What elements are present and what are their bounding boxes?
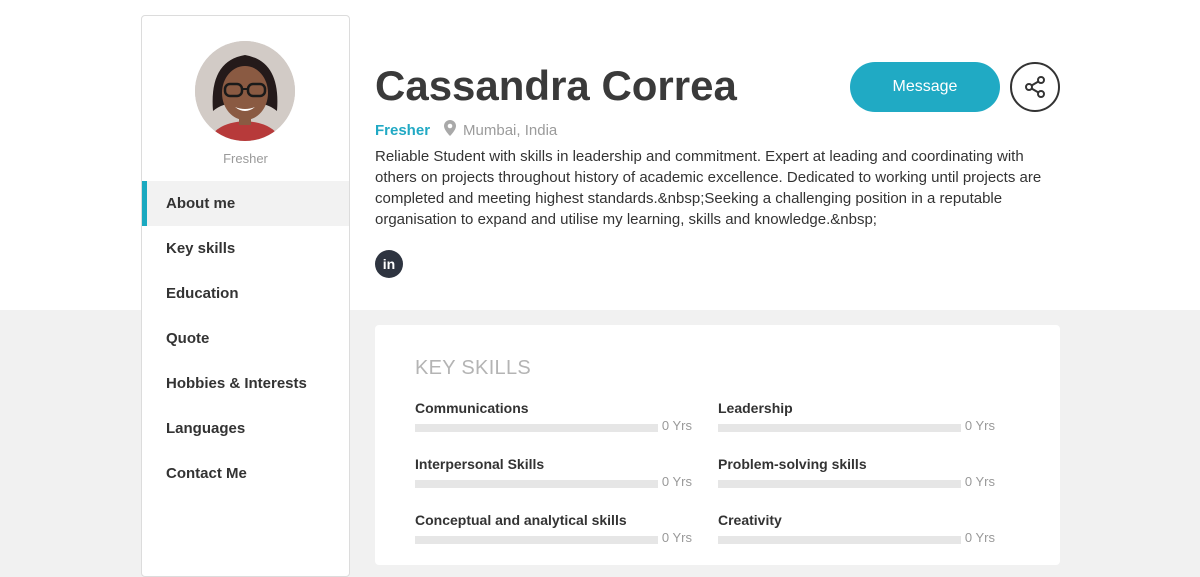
sidebar-item-contact-me[interactable]: Contact Me <box>142 451 349 496</box>
skill-bar <box>718 424 961 432</box>
key-skills-card: KEY SKILLS Communications 0 Yrs Leadersh… <box>375 325 1060 565</box>
sidebar-item-key-skills[interactable]: Key skills <box>142 226 349 271</box>
skill-name: Creativity <box>718 512 782 528</box>
skill-years: 0 Yrs <box>964 418 995 433</box>
skill-name: Interpersonal Skills <box>415 456 545 472</box>
message-button[interactable]: Message <box>850 62 1000 112</box>
profile-bio: Reliable Student with skills in leadersh… <box>375 148 1042 228</box>
sidebar-item-education[interactable]: Education <box>142 271 349 316</box>
share-button[interactable] <box>1010 62 1060 112</box>
sidebar-nav: About me Key skills Education Quote Hobb… <box>142 181 349 496</box>
skill-item: Creativity 0 Yrs <box>718 512 995 562</box>
skill-item: Problem-solving skills 0 Yrs <box>718 456 995 506</box>
avatar <box>195 41 295 141</box>
skill-bar <box>415 424 658 432</box>
skill-bar <box>415 536 658 544</box>
skill-bar <box>718 480 961 488</box>
sidebar-item-hobbies-interests[interactable]: Hobbies & Interests <box>142 361 349 406</box>
skill-bar <box>718 536 961 544</box>
sidebar-status: Fresher <box>223 151 268 166</box>
sidebar-item-quote[interactable]: Quote <box>142 316 349 361</box>
key-skills-title: KEY SKILLS <box>415 357 532 379</box>
profile-sidebar: Fresher About me Key skills Education Qu… <box>141 15 350 577</box>
skill-bar <box>415 480 658 488</box>
skill-item: Interpersonal Skills 0 Yrs <box>415 456 692 506</box>
avatar-portrait <box>195 41 295 141</box>
skill-years: 0 Yrs <box>661 530 692 545</box>
skill-years: 0 Yrs <box>964 530 995 545</box>
skill-name: Communications <box>415 400 529 416</box>
share-icon <box>1025 76 1045 98</box>
linkedin-icon[interactable]: in <box>375 250 403 278</box>
skill-name: Leadership <box>718 400 793 416</box>
profile-location: Mumbai, India <box>463 121 558 139</box>
skill-years: 0 Yrs <box>661 418 692 433</box>
skill-years: 0 Yrs <box>661 474 692 489</box>
skill-name: Problem-solving skills <box>718 456 867 472</box>
profile-name: Cassandra Correa <box>375 62 737 109</box>
sidebar-item-about-me[interactable]: About me <box>142 181 349 226</box>
skill-item: Leadership 0 Yrs <box>718 400 995 450</box>
skill-item: Conceptual and analytical skills 0 Yrs <box>415 512 692 562</box>
sidebar-item-languages[interactable]: Languages <box>142 406 349 451</box>
skill-years: 0 Yrs <box>964 474 995 489</box>
location-pin-icon <box>444 120 457 140</box>
skill-name: Conceptual and analytical skills <box>415 512 627 528</box>
profile-meta: Fresher Mumbai, India <box>375 120 557 140</box>
profile-status: Fresher <box>375 121 431 139</box>
skill-item: Communications 0 Yrs <box>415 400 692 450</box>
